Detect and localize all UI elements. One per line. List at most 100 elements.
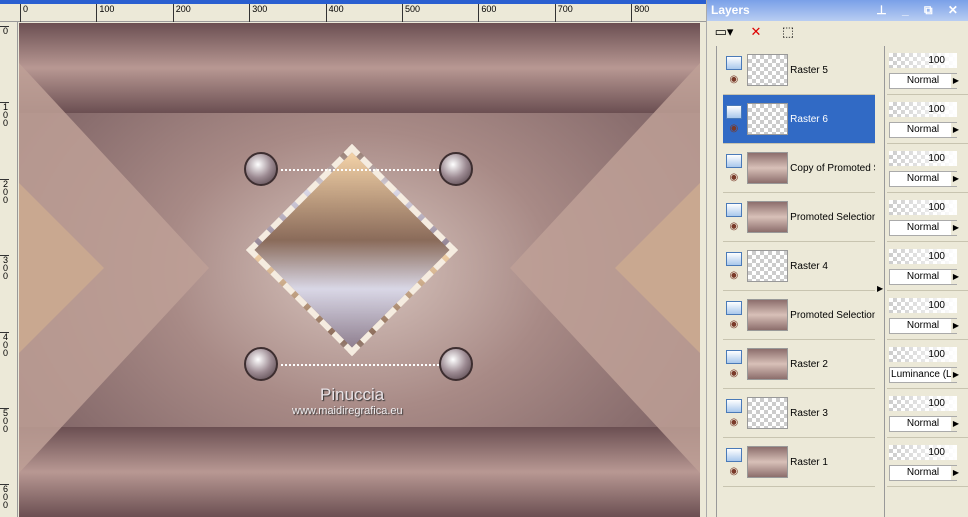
layer-props-row: 100 Normal ▶ — [887, 242, 968, 291]
layer-thumbnail — [746, 54, 789, 86]
image-canvas[interactable] — [19, 23, 700, 517]
ruler-label: 100 — [0, 102, 9, 128]
blend-dropdown-arrow-icon[interactable]: ▶ — [951, 123, 961, 137]
layer-type-icon — [725, 251, 742, 266]
blend-mode-select[interactable]: Normal — [889, 73, 957, 89]
visibility-eye-icon[interactable]: ◉ — [729, 368, 738, 379]
orb — [439, 347, 473, 381]
ruler-label: 600 — [0, 484, 9, 510]
dotted-line — [281, 364, 439, 366]
ruler-label: 800 — [631, 4, 649, 22]
layer-thumbnail — [746, 250, 789, 282]
layer-name: Raster 3 — [790, 407, 828, 419]
layer-list: ◉ Raster 5 ◉ Raster 6 ◉ Copy of Promoted Sele… — [716, 46, 876, 517]
layer-row[interactable]: ◉ Raster 5 — [723, 46, 875, 95]
blend-dropdown-arrow-icon[interactable]: ▶ — [951, 417, 961, 431]
layer-props-row: 100 Normal ▶ — [887, 438, 968, 487]
splitter-arrow-icon[interactable]: ▶ — [877, 284, 883, 293]
visibility-eye-icon[interactable]: ◉ — [729, 221, 738, 232]
layer-name: Promoted Selection 1 — [790, 309, 875, 321]
new-layer-icon[interactable]: ▭▾ — [713, 24, 735, 42]
layer-type-icon — [725, 300, 742, 315]
layer-icons: ◉ — [723, 153, 745, 183]
ruler-label: 300 — [0, 255, 9, 281]
layer-name: Raster 5 — [790, 64, 828, 76]
layer-name: Raster 1 — [790, 456, 828, 468]
edit-selection-icon[interactable]: ⬚ — [777, 24, 799, 42]
visibility-eye-icon[interactable]: ◉ — [729, 319, 738, 330]
watermark-name: Pinuccia — [320, 385, 385, 404]
layer-thumbnail — [746, 446, 789, 478]
layer-type-icon — [725, 398, 742, 413]
ruler-label: 0 — [0, 26, 9, 36]
layer-props-row: 100 Normal ▶ — [887, 291, 968, 340]
layer-row[interactable]: ◉ Raster 2 — [723, 340, 875, 389]
opacity-slider[interactable]: 100 — [889, 347, 957, 362]
orb — [439, 152, 473, 186]
layer-row[interactable]: ◉ Raster 1 — [723, 438, 875, 487]
layer-row[interactable]: ◉ Raster 4 — [723, 242, 875, 291]
blend-mode-select[interactable]: Normal — [889, 318, 957, 334]
visibility-eye-icon[interactable]: ◉ — [729, 172, 738, 183]
blend-dropdown-arrow-icon[interactable]: ▶ — [951, 319, 961, 333]
layer-icons: ◉ — [723, 55, 745, 85]
panel-window-controls[interactable]: ⊥ _ ⧉ ✕ — [876, 3, 964, 18]
layer-thumbnail — [746, 397, 789, 429]
opacity-slider[interactable]: 100 — [889, 249, 957, 264]
layer-type-icon — [725, 349, 742, 364]
blend-dropdown-arrow-icon[interactable]: ▶ — [951, 74, 961, 88]
center-diamond — [245, 143, 459, 357]
blend-mode-select[interactable]: Normal — [889, 171, 957, 187]
ruler-label: 200 — [0, 178, 9, 204]
blend-dropdown-arrow-icon[interactable]: ▶ — [951, 221, 961, 235]
opacity-slider[interactable]: 100 — [889, 200, 957, 215]
layer-name: Raster 2 — [790, 358, 828, 370]
horizontal-ruler: 0 100 200 300 400 500 600 700 800 — [0, 4, 706, 22]
opacity-slider[interactable]: 100 — [889, 396, 957, 411]
layer-props-row: 100 Luminance (L) ▶ — [887, 340, 968, 389]
opacity-slider[interactable]: 100 — [889, 445, 957, 460]
visibility-eye-icon[interactable]: ◉ — [729, 417, 738, 428]
visibility-eye-icon[interactable]: ◉ — [729, 466, 738, 477]
opacity-slider[interactable]: 100 — [889, 53, 957, 68]
opacity-slider[interactable]: 100 — [889, 102, 957, 117]
layer-icons: ◉ — [723, 398, 745, 428]
blend-dropdown-arrow-icon[interactable]: ▶ — [951, 368, 961, 382]
opacity-slider[interactable]: 100 — [889, 298, 957, 313]
panel-title-bar: Layers ⊥ _ ⧉ ✕ — [707, 0, 968, 21]
ruler-label: 600 — [478, 4, 496, 22]
layer-row[interactable]: ◉ Promoted Selection 1 — [723, 291, 875, 340]
blend-dropdown-arrow-icon[interactable]: ▶ — [951, 270, 961, 284]
layers-toolbar: ▭▾ ✕ ⬚ — [707, 21, 968, 45]
ruler-label: 400 — [0, 331, 9, 357]
blend-dropdown-arrow-icon[interactable]: ▶ — [951, 466, 961, 480]
layer-icons: ◉ — [723, 447, 745, 477]
layer-icons: ◉ — [723, 300, 745, 330]
blend-mode-select[interactable]: Luminance (L) — [889, 367, 957, 383]
layer-type-icon — [725, 447, 742, 462]
layer-thumbnail — [746, 348, 789, 380]
blend-mode-select[interactable]: Normal — [889, 465, 957, 481]
visibility-eye-icon[interactable]: ◉ — [729, 123, 738, 134]
layer-icons: ◉ — [723, 104, 745, 134]
opacity-slider[interactable]: 100 — [889, 151, 957, 166]
layer-row[interactable]: ◉ Promoted Selection — [723, 193, 875, 242]
blend-mode-select[interactable]: Normal — [889, 220, 957, 236]
visibility-eye-icon[interactable]: ◉ — [729, 270, 738, 281]
layer-type-icon — [725, 153, 742, 168]
layer-thumbnail — [746, 152, 789, 184]
layer-icons: ◉ — [723, 251, 745, 281]
layer-row[interactable]: ◉ Raster 6 — [723, 95, 875, 144]
blend-mode-select[interactable]: Normal — [889, 122, 957, 138]
layer-row[interactable]: ◉ Copy of Promoted Selection — [723, 144, 875, 193]
layer-row[interactable]: ◉ Raster 3 — [723, 389, 875, 438]
blend-mode-select[interactable]: Normal — [889, 416, 957, 432]
layer-type-icon — [725, 202, 742, 217]
layer-thumbnail — [746, 299, 789, 331]
delete-layer-icon[interactable]: ✕ — [745, 24, 767, 42]
blend-mode-select[interactable]: Normal — [889, 269, 957, 285]
blend-dropdown-arrow-icon[interactable]: ▶ — [951, 172, 961, 186]
panel-splitter[interactable]: ▶ — [876, 46, 884, 517]
layer-type-icon — [725, 104, 742, 119]
visibility-eye-icon[interactable]: ◉ — [729, 74, 738, 85]
